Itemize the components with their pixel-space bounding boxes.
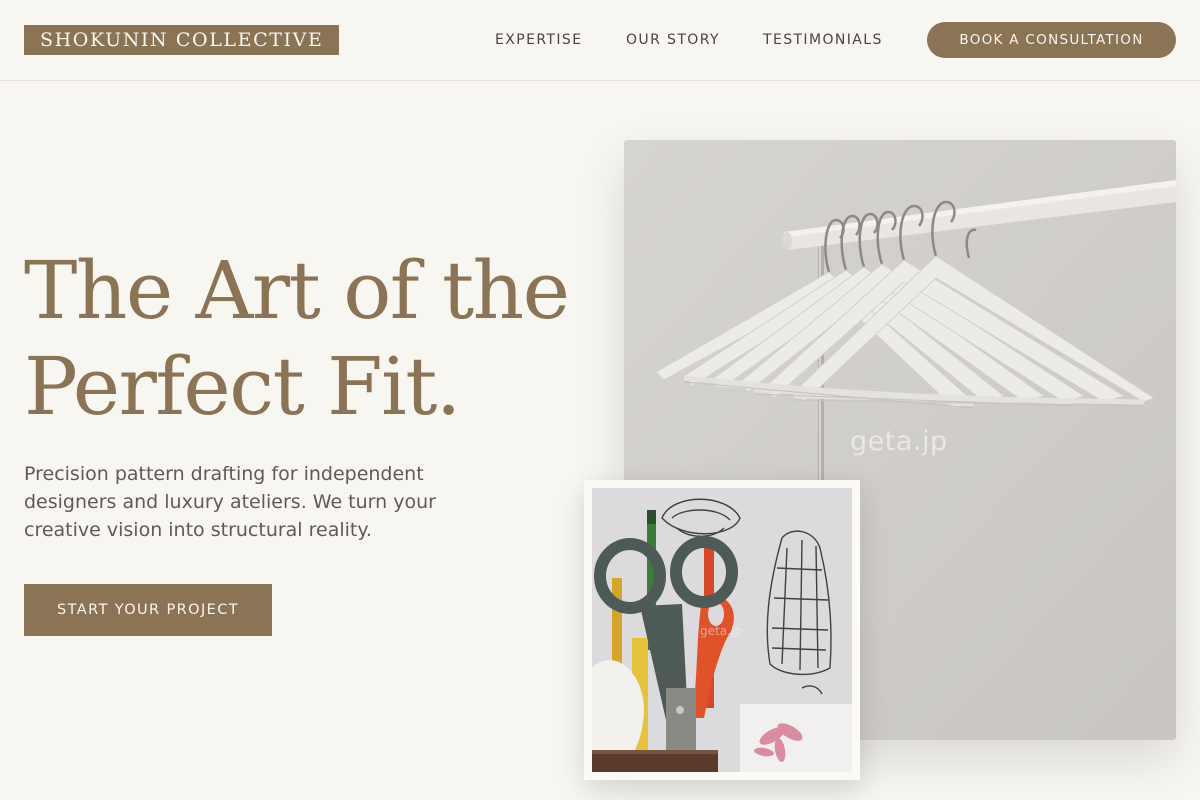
hero-title-line-2: Perfect Fit. — [24, 340, 461, 433]
nav-link-testimonials[interactable]: TESTIMONIALS — [763, 31, 883, 49]
hero-title-line-1: The Art of the — [24, 244, 570, 337]
book-consultation-button[interactable]: BOOK A CONSULTATION — [927, 22, 1176, 58]
nav-link-our-story[interactable]: OUR STORY — [626, 31, 720, 49]
tools-photo: geta.jp — [592, 488, 852, 772]
start-project-button[interactable]: START YOUR PROJECT — [24, 584, 272, 636]
nav-link-expertise[interactable]: EXPERTISE — [495, 31, 582, 49]
hero-subtitle: Precision pattern drafting for independe… — [24, 463, 436, 541]
tools-photo-frame: geta.jp — [584, 480, 860, 780]
small-photo-watermark: geta.jp — [700, 624, 742, 638]
main-photo-watermark: geta.jp — [850, 426, 948, 457]
site-header: SHOKUNIN COLLECTIVE EXPERTISE OUR STORY … — [0, 0, 1200, 81]
hero-title: The Art of the Perfect Fit. — [24, 243, 604, 435]
brand-logo[interactable]: SHOKUNIN COLLECTIVE — [24, 25, 340, 55]
